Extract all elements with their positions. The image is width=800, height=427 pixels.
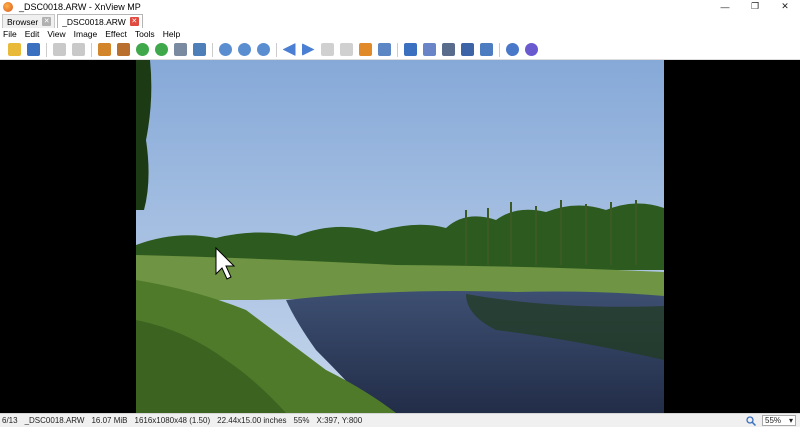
toolbar	[0, 40, 800, 60]
first-icon[interactable]	[319, 42, 335, 58]
tab-bar: Browser ✕ _DSC0018.ARW ✕	[0, 13, 800, 28]
fullscreen-icon[interactable]	[402, 42, 418, 58]
window-title: _DSC0018.ARW - XnView MP	[19, 1, 141, 12]
resize-icon[interactable]	[115, 42, 131, 58]
next-icon[interactable]	[300, 42, 316, 58]
chevron-down-icon: ▾	[788, 416, 793, 425]
tab-label: _DSC0018.ARW	[62, 16, 126, 27]
tab-image[interactable]: _DSC0018.ARW ✕	[57, 14, 143, 28]
rotate-right-icon[interactable]	[153, 42, 169, 58]
menu-view[interactable]: View	[47, 29, 65, 39]
crop-icon[interactable]	[96, 42, 112, 58]
compare-icon[interactable]	[376, 42, 392, 58]
tab-close-icon[interactable]: ✕	[42, 17, 52, 26]
status-index: 6/13	[2, 416, 18, 425]
menu-edit[interactable]: Edit	[25, 29, 40, 39]
zoom-select[interactable]: 55% ▾	[762, 415, 796, 426]
menu-effect[interactable]: Effect	[105, 29, 127, 39]
undo-icon[interactable]	[51, 42, 67, 58]
wallpaper-icon[interactable]	[478, 42, 494, 58]
toolbar-separator	[397, 42, 398, 57]
status-print-size: 22.44x15.00 inches	[217, 416, 287, 425]
menu-help[interactable]: Help	[163, 29, 180, 39]
toolbar-separator	[46, 42, 47, 57]
zoom-icon[interactable]	[746, 415, 756, 426]
zoom-out-icon[interactable]	[255, 42, 271, 58]
previous-icon[interactable]	[281, 42, 297, 58]
status-coords: X:397, Y:800	[316, 416, 363, 425]
status-filesize: 16.07 MiB	[91, 416, 128, 425]
menu-image[interactable]: Image	[74, 29, 98, 39]
menu-file[interactable]: File	[3, 29, 17, 39]
toolbar-separator	[91, 42, 92, 57]
redo-icon[interactable]	[70, 42, 86, 58]
print-icon[interactable]	[440, 42, 456, 58]
menu-tools[interactable]: Tools	[135, 29, 155, 39]
zoom-fit-icon[interactable]	[236, 42, 252, 58]
toolbar-separator	[276, 42, 277, 57]
photo-canvas	[136, 60, 664, 413]
tab-browser[interactable]: Browser ✕	[2, 14, 56, 28]
last-icon[interactable]	[338, 42, 354, 58]
effects-icon[interactable]	[421, 42, 437, 58]
slideshow-icon[interactable]	[357, 42, 373, 58]
help-icon[interactable]	[523, 42, 539, 58]
toolbar-separator	[212, 42, 213, 57]
status-zoom: 55%	[293, 416, 310, 425]
zoom-in-icon[interactable]	[217, 42, 233, 58]
minimize-button[interactable]: —	[710, 0, 740, 13]
toolbar-separator	[499, 42, 500, 57]
adjust-icon[interactable]	[172, 42, 188, 58]
restore-button[interactable]: ❐	[740, 0, 770, 13]
open-folder-icon[interactable]	[6, 42, 22, 58]
close-button[interactable]: ✕	[770, 0, 800, 13]
xnview-app-icon	[3, 1, 13, 12]
window-controls: — ❐ ✕	[710, 0, 800, 13]
levels-icon[interactable]	[191, 42, 207, 58]
rotate-left-icon[interactable]	[134, 42, 150, 58]
status-bar: 6/13 _DSC0018.ARW 16.07 MiB 1616x1080x48…	[0, 413, 800, 427]
save-icon[interactable]	[25, 42, 41, 58]
zoom-select-value: 55%	[765, 416, 782, 425]
zoom-control: 55% ▾	[746, 415, 796, 426]
status-dimensions: 1616x1080x48 (1.50)	[134, 416, 211, 425]
menu-bar: File Edit View Image Effect Tools Help	[0, 28, 800, 40]
scanner-icon[interactable]	[459, 42, 475, 58]
status-filename: _DSC0018.ARW	[24, 416, 85, 425]
tab-label: Browser	[7, 16, 39, 27]
settings-icon[interactable]	[504, 42, 520, 58]
tab-close-icon[interactable]: ✕	[129, 17, 139, 26]
image-viewer[interactable]	[0, 60, 800, 413]
title-bar: _DSC0018.ARW - XnView MP — ❐ ✕	[0, 0, 800, 13]
